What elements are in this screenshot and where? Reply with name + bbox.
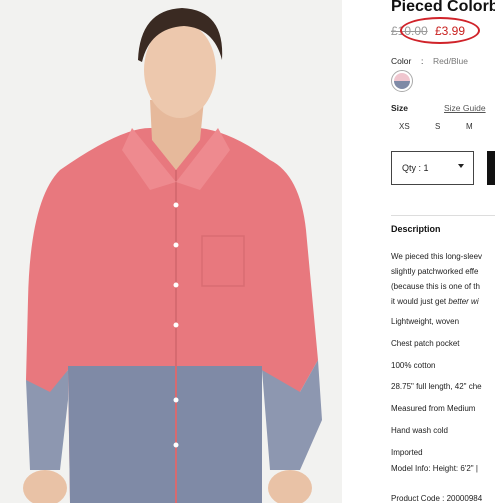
description-line: (because this is one of th: [391, 282, 480, 291]
color-label: Color: [391, 56, 412, 66]
model-shirt-illustration: [0, 0, 342, 503]
feature-item: Imported: [391, 448, 423, 457]
quantity-value: Qty : 1: [402, 163, 429, 173]
feature-item: Lightweight, woven: [391, 317, 460, 326]
product-image[interactable]: [0, 0, 342, 503]
feature-item: 100% cotton: [391, 361, 436, 370]
add-to-bag-button[interactable]: [487, 151, 495, 185]
color-value: Red/Blue: [433, 56, 468, 66]
description-line-last: it would just get better wi: [391, 297, 479, 306]
description-line: We pieced this long-sleev: [391, 252, 483, 261]
color-separator: :: [421, 56, 424, 66]
size-option-m[interactable]: M: [466, 122, 473, 131]
size-label: Size: [391, 103, 409, 113]
feature-item: Hand wash cold: [391, 426, 448, 435]
swatch-fill: [394, 73, 410, 89]
quantity-select[interactable]: Qty : 1: [391, 151, 474, 185]
description-heading: Description: [391, 224, 441, 234]
description-line: slightly patchworked effe: [391, 267, 479, 276]
price-highlight-circle: [400, 17, 480, 44]
product-title: Pieced Colorbl: [391, 0, 495, 15]
product-code: Product Code : 20000984: [391, 494, 483, 503]
feature-item: Model Info: Height: 6'2" |: [391, 464, 478, 473]
chevron-down-icon: [458, 164, 464, 168]
color-swatch-red-blue[interactable]: [391, 70, 413, 92]
size-option-xs[interactable]: XS: [399, 122, 410, 131]
size-option-s[interactable]: S: [435, 122, 440, 131]
feature-item: Chest patch pocket: [391, 339, 460, 348]
description-emphasis: better wi: [448, 297, 479, 306]
feature-item: Measured from Medium: [391, 404, 476, 413]
section-divider: [391, 215, 495, 216]
size-guide-link[interactable]: Size Guide: [444, 103, 486, 113]
feature-item: 28.75" full length, 42" che: [391, 382, 482, 391]
description-text: it would just get: [391, 297, 449, 306]
